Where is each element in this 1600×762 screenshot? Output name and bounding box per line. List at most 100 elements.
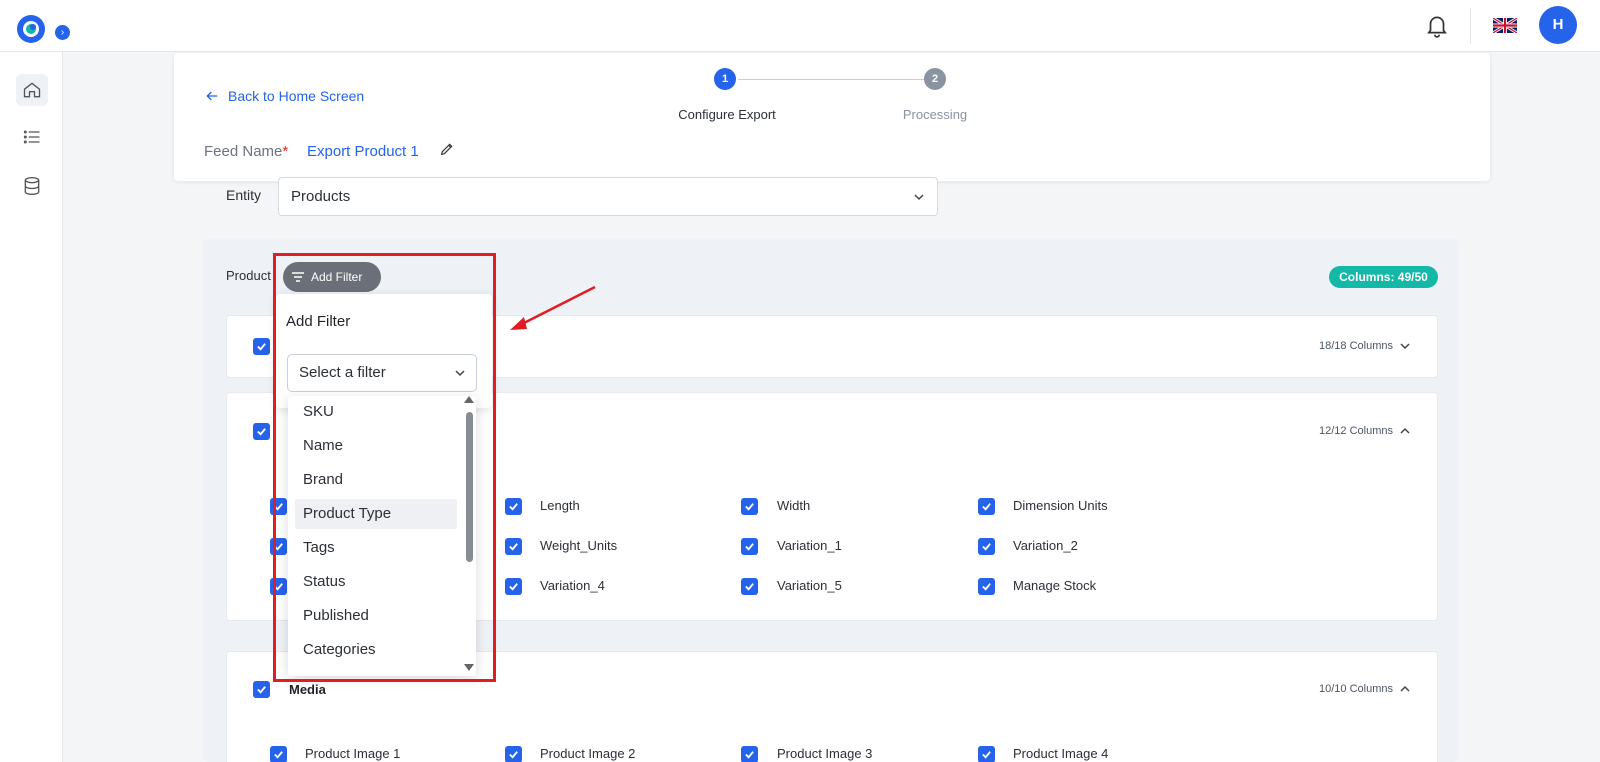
group-columns-toggle[interactable]: 18/18 Columns [1319, 340, 1411, 352]
add-filter-button[interactable]: Add Filter [283, 262, 381, 292]
entity-label: Entity [226, 187, 262, 203]
avatar[interactable]: H [1539, 6, 1577, 44]
sidebar [0, 52, 63, 762]
required-marker: * [282, 143, 289, 160]
column-label: Length [540, 498, 580, 513]
feed-name-label: Feed Name* [204, 143, 289, 160]
column-checkbox[interactable] [505, 538, 522, 555]
column-label: Product Image 2 [540, 746, 636, 761]
group-columns-toggle[interactable]: 10/10 Columns [1319, 683, 1411, 695]
stepper-line [738, 79, 924, 80]
column-label: Product Image 1 [305, 746, 401, 761]
filter-option[interactable]: Published [295, 601, 457, 631]
chevron-down-icon [1400, 343, 1410, 350]
column-checkbox[interactable] [741, 538, 758, 555]
expand-sidebar-button[interactable]: › [55, 25, 70, 40]
column-checkbox[interactable] [505, 578, 522, 595]
step-1-label: Configure Export [678, 107, 776, 122]
check-icon [257, 428, 266, 436]
check-icon [745, 751, 754, 759]
check-icon [982, 583, 991, 591]
column-label: Width [777, 498, 811, 513]
column-label: Product Image 3 [777, 746, 873, 761]
divider [1470, 8, 1471, 44]
filter-option[interactable]: Status [295, 567, 457, 597]
column-checkbox[interactable] [505, 498, 522, 515]
check-icon [509, 503, 518, 511]
check-icon [257, 343, 266, 351]
bell-icon[interactable] [1424, 12, 1450, 38]
uk-flag-icon[interactable] [1493, 18, 1517, 33]
column-checkbox[interactable] [978, 578, 995, 595]
top-bar: › H [0, 0, 1600, 52]
check-icon [274, 503, 283, 511]
step-2-label: Processing [902, 107, 968, 122]
back-link-label: Back to Home Screen [228, 88, 365, 104]
feed-name-value[interactable]: Export Product 1 [307, 143, 419, 160]
check-icon [509, 583, 518, 591]
column-label: Variation_1 [777, 538, 842, 553]
column-label: Variation_2 [1013, 538, 1078, 553]
column-checkbox[interactable] [741, 498, 758, 515]
list-icon [23, 130, 40, 144]
filter-option[interactable]: Name [295, 431, 457, 461]
filter-option[interactable]: Brand [295, 465, 457, 495]
scroll-up-arrow[interactable] [464, 396, 474, 403]
sidebar-item-database[interactable] [16, 170, 48, 202]
group-checkbox[interactable] [253, 681, 270, 698]
scroll-down-arrow[interactable] [464, 664, 474, 671]
entity-select-value: Products [291, 188, 351, 205]
filter-option[interactable]: SKU [295, 397, 457, 427]
filter-options-dropdown: SKU Name Brand Product Type Tags Status … [288, 396, 476, 676]
export-header-card: Back to Home Screen 1 2 Configure Export… [174, 53, 1490, 181]
entity-select[interactable]: Products [278, 177, 938, 216]
product-section-label: Product [226, 268, 271, 283]
group-columns-toggle[interactable]: 12/12 Columns [1319, 425, 1411, 437]
filter-select-placeholder: Select a filter [299, 364, 386, 381]
column-checkbox[interactable] [270, 578, 287, 595]
dropdown-scrollbar[interactable] [462, 396, 476, 676]
back-to-home-link[interactable]: Back to Home Screen [204, 88, 364, 104]
group-checkbox[interactable] [253, 423, 270, 440]
check-icon [982, 543, 991, 551]
chevron-up-icon [1400, 685, 1410, 692]
check-icon [982, 503, 991, 511]
column-checkbox[interactable] [978, 538, 995, 555]
filter-icon [292, 272, 304, 282]
columns-count-badge: Columns: 49/50 [1329, 266, 1438, 288]
column-checkbox[interactable] [741, 578, 758, 595]
filter-select[interactable]: Select a filter [287, 354, 477, 392]
check-icon [982, 751, 991, 759]
column-checkbox[interactable] [978, 498, 995, 515]
check-icon [274, 583, 283, 591]
home-icon [23, 82, 41, 98]
sidebar-item-list[interactable] [16, 121, 48, 153]
chevron-up-icon [1400, 427, 1410, 434]
check-icon [745, 503, 754, 511]
pencil-icon[interactable] [439, 141, 455, 157]
database-icon [24, 177, 40, 196]
filter-option[interactable]: Product Type [295, 499, 457, 529]
filter-option[interactable]: Tags [295, 533, 457, 563]
chevron-down-icon [914, 194, 924, 201]
column-checkbox[interactable] [505, 746, 522, 762]
column-label: Variation_5 [777, 578, 842, 593]
check-icon [257, 686, 266, 694]
column-checkbox[interactable] [270, 538, 287, 555]
group-columns-count: 10/10 Columns [1319, 683, 1393, 695]
column-checkbox[interactable] [270, 746, 287, 762]
column-checkbox[interactable] [270, 498, 287, 515]
logo-icon[interactable] [16, 14, 46, 44]
check-icon [745, 583, 754, 591]
sidebar-item-home[interactable] [16, 74, 48, 106]
scrollbar-thumb[interactable] [466, 412, 473, 562]
column-label: Product Image 4 [1013, 746, 1109, 761]
group-columns-count: 18/18 Columns [1319, 340, 1393, 352]
filter-option[interactable]: Categories [295, 635, 457, 665]
column-checkbox[interactable] [741, 746, 758, 762]
group-title: Media [289, 682, 326, 697]
step-1-indicator: 1 [714, 68, 736, 90]
group-checkbox[interactable] [253, 338, 270, 355]
check-icon [274, 543, 283, 551]
column-checkbox[interactable] [978, 746, 995, 762]
